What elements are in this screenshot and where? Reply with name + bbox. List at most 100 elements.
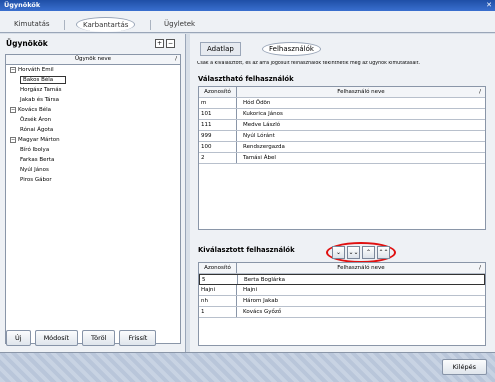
tree-node-label: Jakab és Társa: [20, 97, 60, 103]
selected-users-grid[interactable]: Azonosító Felhasználó neve / 5 Berta Boglá…: [198, 262, 486, 346]
cell-name: Kukorica János: [243, 111, 283, 117]
cell-name: Berta Boglárka: [244, 277, 285, 283]
window-title: Ügynökök: [4, 1, 41, 9]
tree-node-label: Horváth Emil: [18, 67, 54, 73]
cell-id: 999: [199, 131, 237, 141]
collapse-icon[interactable]: −: [10, 106, 16, 113]
column-header-name[interactable]: Felhasználó neve /: [237, 263, 485, 273]
table-row[interactable]: 111 Medve László: [199, 120, 485, 131]
close-icon[interactable]: ✕: [486, 0, 492, 11]
table-row-selected[interactable]: 5 Berta Boglárka: [199, 274, 485, 285]
cell-name: Medve László: [243, 122, 281, 128]
cell-id: 2: [199, 153, 237, 163]
tree-node[interactable]: Horgász Tamás: [6, 85, 180, 95]
table-row[interactable]: 2 Tamási Ábel: [199, 153, 485, 164]
cell-id: nh: [199, 296, 237, 306]
table-row[interactable]: 101 Kukorica János: [199, 109, 485, 120]
tree-node-label: Özsék Áron: [20, 117, 52, 123]
cell-name: Tamási Ábel: [243, 155, 276, 161]
tab-karbantartas[interactable]: Karbantartás: [76, 17, 136, 32]
column-header-id[interactable]: Azonosító: [199, 263, 237, 273]
column-header-name[interactable]: Felhasználó neve /: [237, 87, 485, 97]
move-buttons: ⌄ ⌄⌄ ⌃ ⌃⌃: [326, 242, 396, 263]
main-tabbar: Kimutatás Karbantartás Ügyletek: [0, 11, 495, 33]
tree-node-label: Bíró Ibolya: [20, 147, 50, 153]
move-to-top-icon[interactable]: ⌃⌃: [377, 246, 390, 259]
cell-name: Rendszergazda: [243, 144, 285, 150]
agents-tree[interactable]: Ügynök neve / − Horváth Emil Bakos Béla H…: [5, 54, 181, 344]
tab-separator: [64, 20, 65, 30]
table-row[interactable]: 999 Nyúl Lóránt: [199, 131, 485, 142]
table-row[interactable]: 1 Kovács Győző: [199, 307, 485, 318]
table-row[interactable]: m Hód Ödön: [199, 98, 485, 109]
move-up-icon[interactable]: ⌃: [362, 246, 375, 259]
tree-column-label: Ügynök neve: [74, 56, 112, 62]
details-panel: Adatlap Felhasználók Csak a kiválasztott…: [190, 34, 495, 352]
tree-column-header[interactable]: Ügynök neve /: [6, 55, 180, 65]
move-to-bottom-icon[interactable]: ⌄⌄: [347, 246, 360, 259]
tree-node[interactable]: − Horváth Emil: [6, 65, 180, 75]
cell-name: Hód Ödön: [243, 100, 271, 106]
sort-icon: /: [479, 89, 481, 95]
collapse-icon[interactable]: −: [10, 136, 16, 143]
tree-node-label: Kovács Béla: [18, 107, 52, 113]
sort-icon: /: [175, 56, 177, 62]
delete-button[interactable]: Töröl: [82, 330, 116, 346]
cell-name: Kovács Győző: [243, 309, 282, 315]
tree-node[interactable]: Farkas Berta: [6, 155, 180, 165]
expand-all-icon[interactable]: +: [155, 39, 164, 48]
agents-panel-title: Ügynökök: [6, 39, 48, 48]
tree-node-label: Bakos Béla: [20, 76, 67, 84]
cell-name: Hajni: [243, 287, 258, 293]
table-row[interactable]: Hajni Hajni: [199, 285, 485, 296]
tree-node-label: Piros Gábor: [20, 177, 52, 183]
window-titlebar: Ügynökök ✕: [0, 0, 495, 11]
move-down-icon[interactable]: ⌄: [332, 246, 345, 259]
tab-ugyletek[interactable]: Ügyletek: [158, 17, 201, 32]
refresh-button[interactable]: Frissít: [119, 330, 157, 346]
collapse-icon[interactable]: −: [10, 66, 16, 73]
tree-node-label: Farkas Berta: [20, 157, 55, 163]
sort-icon: /: [479, 265, 481, 271]
available-users-title: Választható felhasználók: [198, 75, 294, 83]
info-text: Csak a kiválasztott, és az arra jogosult…: [197, 61, 421, 66]
column-header-name-label: Felhasználó neve: [337, 89, 385, 95]
cell-name: Nyúl Lóránt: [243, 133, 275, 139]
tree-node[interactable]: Jakab és Társa: [6, 95, 180, 105]
cell-id: 101: [199, 109, 237, 119]
tab-adatlap[interactable]: Adatlap: [200, 42, 241, 56]
tree-node-selected[interactable]: Bakos Béla: [6, 75, 180, 85]
tab-kimutatas[interactable]: Kimutatás: [8, 17, 56, 32]
tree-node-label: Rónai Ágota: [20, 127, 54, 133]
agents-panel: Ügynökök + − Ügynök neve / − Horváth Emil…: [0, 34, 186, 352]
tree-node[interactable]: Bíró Ibolya: [6, 145, 180, 155]
table-row[interactable]: nh Három Jakab: [199, 296, 485, 307]
edit-button[interactable]: Módosít: [34, 330, 79, 346]
tree-node[interactable]: Nyúl János: [6, 165, 180, 175]
agents-button-row: Új Módosít Töröl Frissít: [6, 330, 157, 346]
tab-separator: [150, 20, 151, 30]
grid-header: Azonosító Felhasználó neve /: [199, 87, 485, 98]
column-header-name-label: Felhasználó neve: [337, 265, 385, 271]
exit-button[interactable]: Kilépés: [441, 359, 487, 375]
tab-felhasznalok[interactable]: Felhasználók: [262, 42, 321, 56]
cell-id: Hajni: [199, 285, 237, 295]
cell-id: 111: [199, 120, 237, 130]
footer-bar: Kilépés: [0, 352, 495, 382]
tree-node[interactable]: Özsék Áron: [6, 115, 180, 125]
available-users-grid[interactable]: Azonosító Felhasználó neve / m Hód Ödön 10…: [198, 86, 486, 230]
tree-toolbar: + −: [155, 39, 175, 48]
selected-users-title: Kiválasztott felhasználók: [198, 246, 295, 254]
tree-node[interactable]: Piros Gábor: [6, 175, 180, 185]
table-row[interactable]: 100 Rendszergazda: [199, 142, 485, 153]
new-button[interactable]: Új: [6, 330, 31, 346]
column-header-id[interactable]: Azonosító: [199, 87, 237, 97]
tree-node[interactable]: − Magyar Márton: [6, 135, 180, 145]
cell-id: 100: [199, 142, 237, 152]
collapse-all-icon[interactable]: −: [166, 39, 175, 48]
tree-node[interactable]: − Kovács Béla: [6, 105, 180, 115]
cell-id: 5: [200, 275, 238, 284]
cell-id: m: [199, 98, 237, 108]
tree-node[interactable]: Rónai Ágota: [6, 125, 180, 135]
cell-name: Három Jakab: [243, 298, 279, 304]
